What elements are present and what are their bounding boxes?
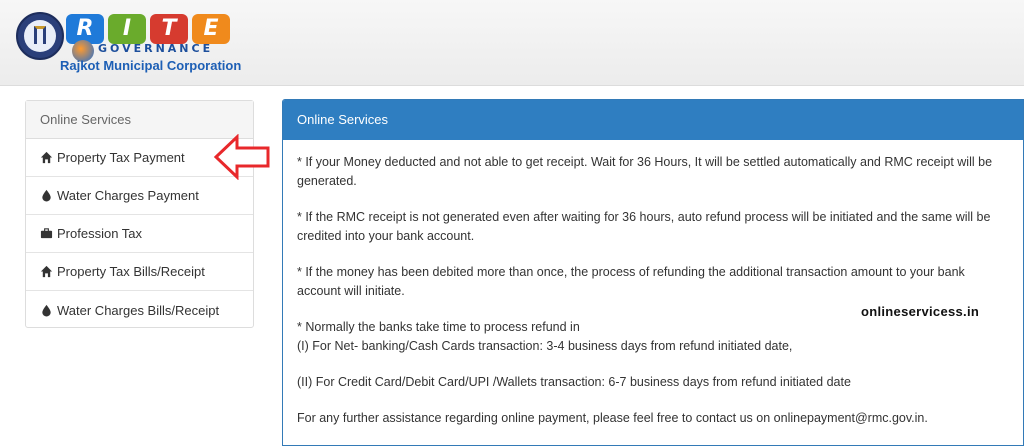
- briefcase-icon: [40, 228, 53, 239]
- info-paragraph: (II) For Credit Card/Debit Card/UPI /Wal…: [297, 375, 851, 389]
- panel-body: * If your Money deducted and not able to…: [283, 140, 1023, 428]
- info-paragraph: * If the RMC receipt is not generated ev…: [297, 210, 991, 243]
- sidebar-item-water-charges-bills[interactable]: Water Charges Bills/Receipt: [26, 291, 253, 329]
- contact-paragraph: For any further assistance regarding onl…: [297, 411, 928, 425]
- info-paragraph: * Normally the banks take time to proces…: [297, 320, 580, 334]
- sidebar-item-label: Water Charges Payment: [57, 188, 199, 203]
- logo-subtitle: GOVERNANCE: [98, 42, 214, 55]
- rite-letter: T: [150, 14, 188, 44]
- site-header: R I T E GOVERNANCE Rajkot Municipal Corp…: [0, 0, 1024, 86]
- left-arrow-annotation-icon: [213, 134, 270, 180]
- sidebar-item-label: Profession Tax: [57, 226, 143, 241]
- info-paragraph: * If the money has been debited more tha…: [297, 265, 965, 298]
- rmc-seal-logo: [16, 12, 64, 60]
- sidebar-item-profession-tax[interactable]: Profession Tax: [26, 215, 253, 253]
- home-icon: [40, 265, 53, 278]
- rite-letter: I: [108, 14, 146, 44]
- sidebar-item-water-charges-payment[interactable]: Water Charges Payment: [26, 177, 253, 215]
- sidebar-item-property-tax-bills[interactable]: Property Tax Bills/Receipt: [26, 253, 253, 291]
- water-drop-icon: [42, 304, 51, 317]
- rite-letter: E: [192, 14, 230, 44]
- panel-title: Online Services: [283, 100, 1023, 140]
- info-paragraph: (I) For Net- banking/Cash Cards transact…: [297, 339, 793, 353]
- home-icon: [40, 151, 53, 164]
- rite-logo[interactable]: R I T E: [66, 14, 246, 44]
- watermark-text: onlineservicess.in: [861, 304, 980, 319]
- organization-name: Rajkot Municipal Corporation: [60, 58, 242, 73]
- online-services-panel: Online Services * If your Money deducted…: [282, 99, 1024, 446]
- water-drop-icon: [42, 189, 51, 202]
- info-paragraph: * If your Money deducted and not able to…: [297, 155, 993, 188]
- sidebar-item-label: Property Tax Payment: [57, 150, 185, 165]
- sidebar-item-label: Property Tax Bills/Receipt: [57, 264, 205, 279]
- sidebar-item-label: Water Charges Bills/Receipt: [57, 302, 220, 318]
